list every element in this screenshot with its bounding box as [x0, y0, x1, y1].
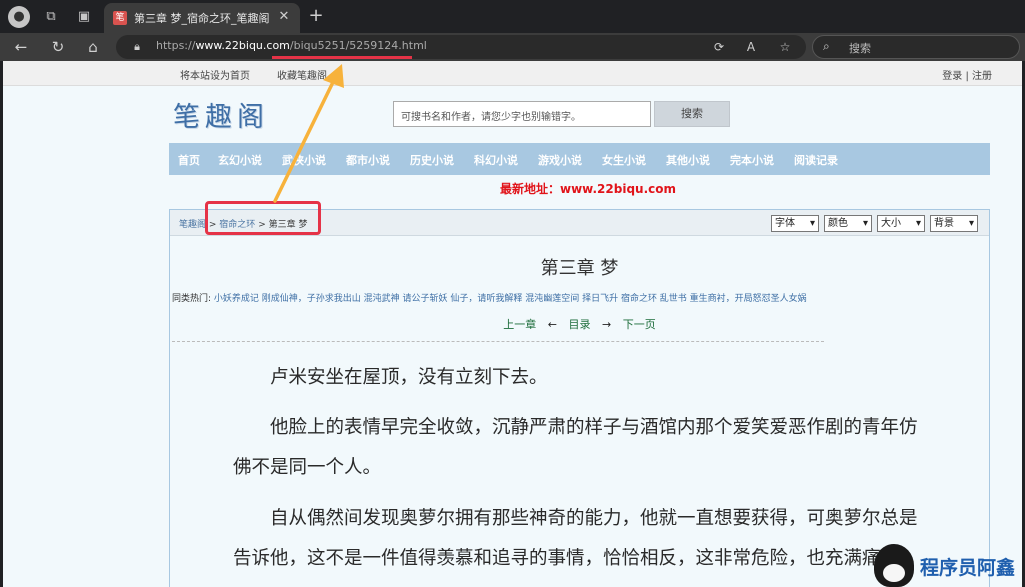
- search-icon: ⌕: [823, 39, 830, 53]
- menu-item-lishi[interactable]: 历史小说: [410, 152, 454, 168]
- paragraph-1: 卢米安坐在屋顶，没有立刻下去。: [270, 367, 548, 388]
- new-tab-icon[interactable]: +: [306, 6, 326, 26]
- new-address-notice: 最新地址：www.22biqu.com: [500, 182, 677, 196]
- related-hot-books: 同类热门: 小妖养成记 刚成仙神，子孙求我出山 混沌武神 请公子斩妖 仙子，请听…: [172, 291, 990, 304]
- browser-search-placeholder: 搜索: [849, 42, 871, 55]
- menu-item-youxi[interactable]: 游戏小说: [538, 152, 582, 168]
- bookmark-site-link[interactable]: 收藏笔趣阁: [277, 67, 327, 82]
- size-select[interactable]: 大小: [877, 215, 925, 232]
- menu-item-wanben[interactable]: 完本小说: [730, 152, 774, 168]
- hot-label: 同类热门:: [172, 294, 212, 304]
- translate-icon[interactable]: ⟳: [710, 38, 728, 56]
- browser-nav-bar: ← ↻ ⌂ 🔒︎ https://www.22biqu.com/biqu5251…: [0, 33, 1025, 61]
- menu-item-xuanhuan[interactable]: 玄幻小说: [218, 152, 262, 168]
- menu-item-history[interactable]: 阅读记录: [794, 152, 838, 168]
- prev-chapter-link[interactable]: 上一章: [503, 318, 536, 331]
- home-icon[interactable]: ⌂: [82, 36, 104, 58]
- close-tab-icon[interactable]: ✕: [276, 9, 292, 25]
- menu-item-qita[interactable]: 其他小说: [666, 152, 710, 168]
- site-logo[interactable]: 笔趣阁: [173, 95, 269, 134]
- site-search-button[interactable]: 搜索: [654, 101, 730, 127]
- toc-link[interactable]: 目录: [569, 318, 591, 331]
- reader-box: 笔趣阁 > 宿命之环 > 第三章 梦 字体 颜色 大小 背景 第三章 梦 同类热…: [169, 209, 990, 587]
- penguin-logo-icon: [874, 544, 914, 587]
- chapter-pager: 上一章 ← 目录 → 下一页: [170, 316, 989, 332]
- lock-icon[interactable]: 🔒︎: [130, 40, 144, 54]
- hot-book-links[interactable]: 小妖养成记 刚成仙神，子孙求我出山 混沌武神 请公子斩妖 仙子，请听我解释 混沌…: [214, 294, 807, 304]
- breadcrumb-home-link[interactable]: 笔趣阁: [179, 220, 206, 230]
- menu-item-nvsheng[interactable]: 女生小说: [602, 152, 646, 168]
- watermark: 程序员阿鑫: [874, 544, 1024, 587]
- paragraph-3: 自从偶然间发现奥萝尔拥有那些神奇的能力，他就一直想要获得，可奥萝尔总是告诉他，这…: [233, 508, 918, 569]
- back-icon[interactable]: ←: [10, 36, 32, 58]
- web-page: 将本站设为首页 收藏笔趣阁 登录 | 注册 笔趣阁 可搜书名和作者，请您少字也别…: [3, 61, 1022, 587]
- category-menu: 首页 玄幻小说 武侠小说 都市小说 历史小说 科幻小说 游戏小说 女生小说 其他…: [169, 143, 990, 175]
- workspaces-icon[interactable]: ⧉: [40, 6, 62, 28]
- site-search-input[interactable]: 可搜书名和作者，请您少字也别输错字。: [393, 101, 651, 127]
- address-bar[interactable]: 🔒︎ https://www.22biqu.com/biqu5251/52591…: [116, 35, 806, 59]
- content-divider: [172, 341, 824, 342]
- site-search-placeholder: 可搜书名和作者，请您少字也别输错字。: [401, 112, 581, 123]
- chapter-title: 第三章 梦: [540, 258, 619, 279]
- menu-item-home[interactable]: 首页: [178, 152, 200, 168]
- url-highlight-underline: [272, 56, 412, 59]
- url-host: www.22biqu.com: [195, 39, 290, 52]
- browser-search-box[interactable]: ⌕ 搜索: [812, 35, 1020, 59]
- url-scheme: https://: [156, 39, 196, 52]
- font-select[interactable]: 字体: [771, 215, 819, 232]
- refresh-icon[interactable]: ↻: [47, 36, 69, 58]
- profile-avatar-icon[interactable]: ●: [8, 6, 30, 28]
- active-tab[interactable]: 笔 第三章 梦_宿命之环_笔趣阁 ✕: [104, 3, 300, 33]
- breadcrumb-highlight-box: [205, 201, 321, 235]
- login-register-link[interactable]: 登录 | 注册: [942, 67, 992, 82]
- tab-actions-icon[interactable]: ▣: [73, 6, 95, 28]
- tab-title: 第三章 梦_宿命之环_笔趣阁: [134, 12, 270, 25]
- pager-arrow-right: →: [602, 318, 612, 331]
- site-favicon-icon: 笔: [113, 11, 127, 25]
- menu-item-wuxia[interactable]: 武侠小说: [282, 152, 326, 168]
- browser-tab-bar: ● ⧉ ▣ 笔 第三章 梦_宿命之环_笔趣阁 ✕ +: [0, 0, 1025, 33]
- menu-item-kehuan[interactable]: 科幻小说: [474, 152, 518, 168]
- favorite-star-icon[interactable]: ☆: [776, 38, 794, 56]
- menu-item-dushi[interactable]: 都市小说: [346, 152, 390, 168]
- url-path: /biqu5251/5259124.html: [289, 39, 427, 52]
- background-select[interactable]: 背景: [930, 215, 978, 232]
- set-homepage-link[interactable]: 将本站设为首页: [180, 67, 250, 82]
- watermark-text: 程序员阿鑫: [920, 557, 1016, 579]
- color-select[interactable]: 颜色: [824, 215, 872, 232]
- paragraph-2: 他脸上的表情早完全收敛，沉静严肃的样子与酒馆内那个爱笑爱恶作剧的青年仿佛不是同一…: [233, 417, 918, 478]
- read-aloud-icon[interactable]: A: [742, 38, 760, 56]
- next-page-link[interactable]: 下一页: [623, 318, 656, 331]
- url-text[interactable]: https://www.22biqu.com/biqu5251/5259124.…: [156, 39, 427, 52]
- pager-arrow-left: ←: [547, 318, 557, 331]
- top-strip: 将本站设为首页 收藏笔趣阁 登录 | 注册: [3, 61, 1022, 86]
